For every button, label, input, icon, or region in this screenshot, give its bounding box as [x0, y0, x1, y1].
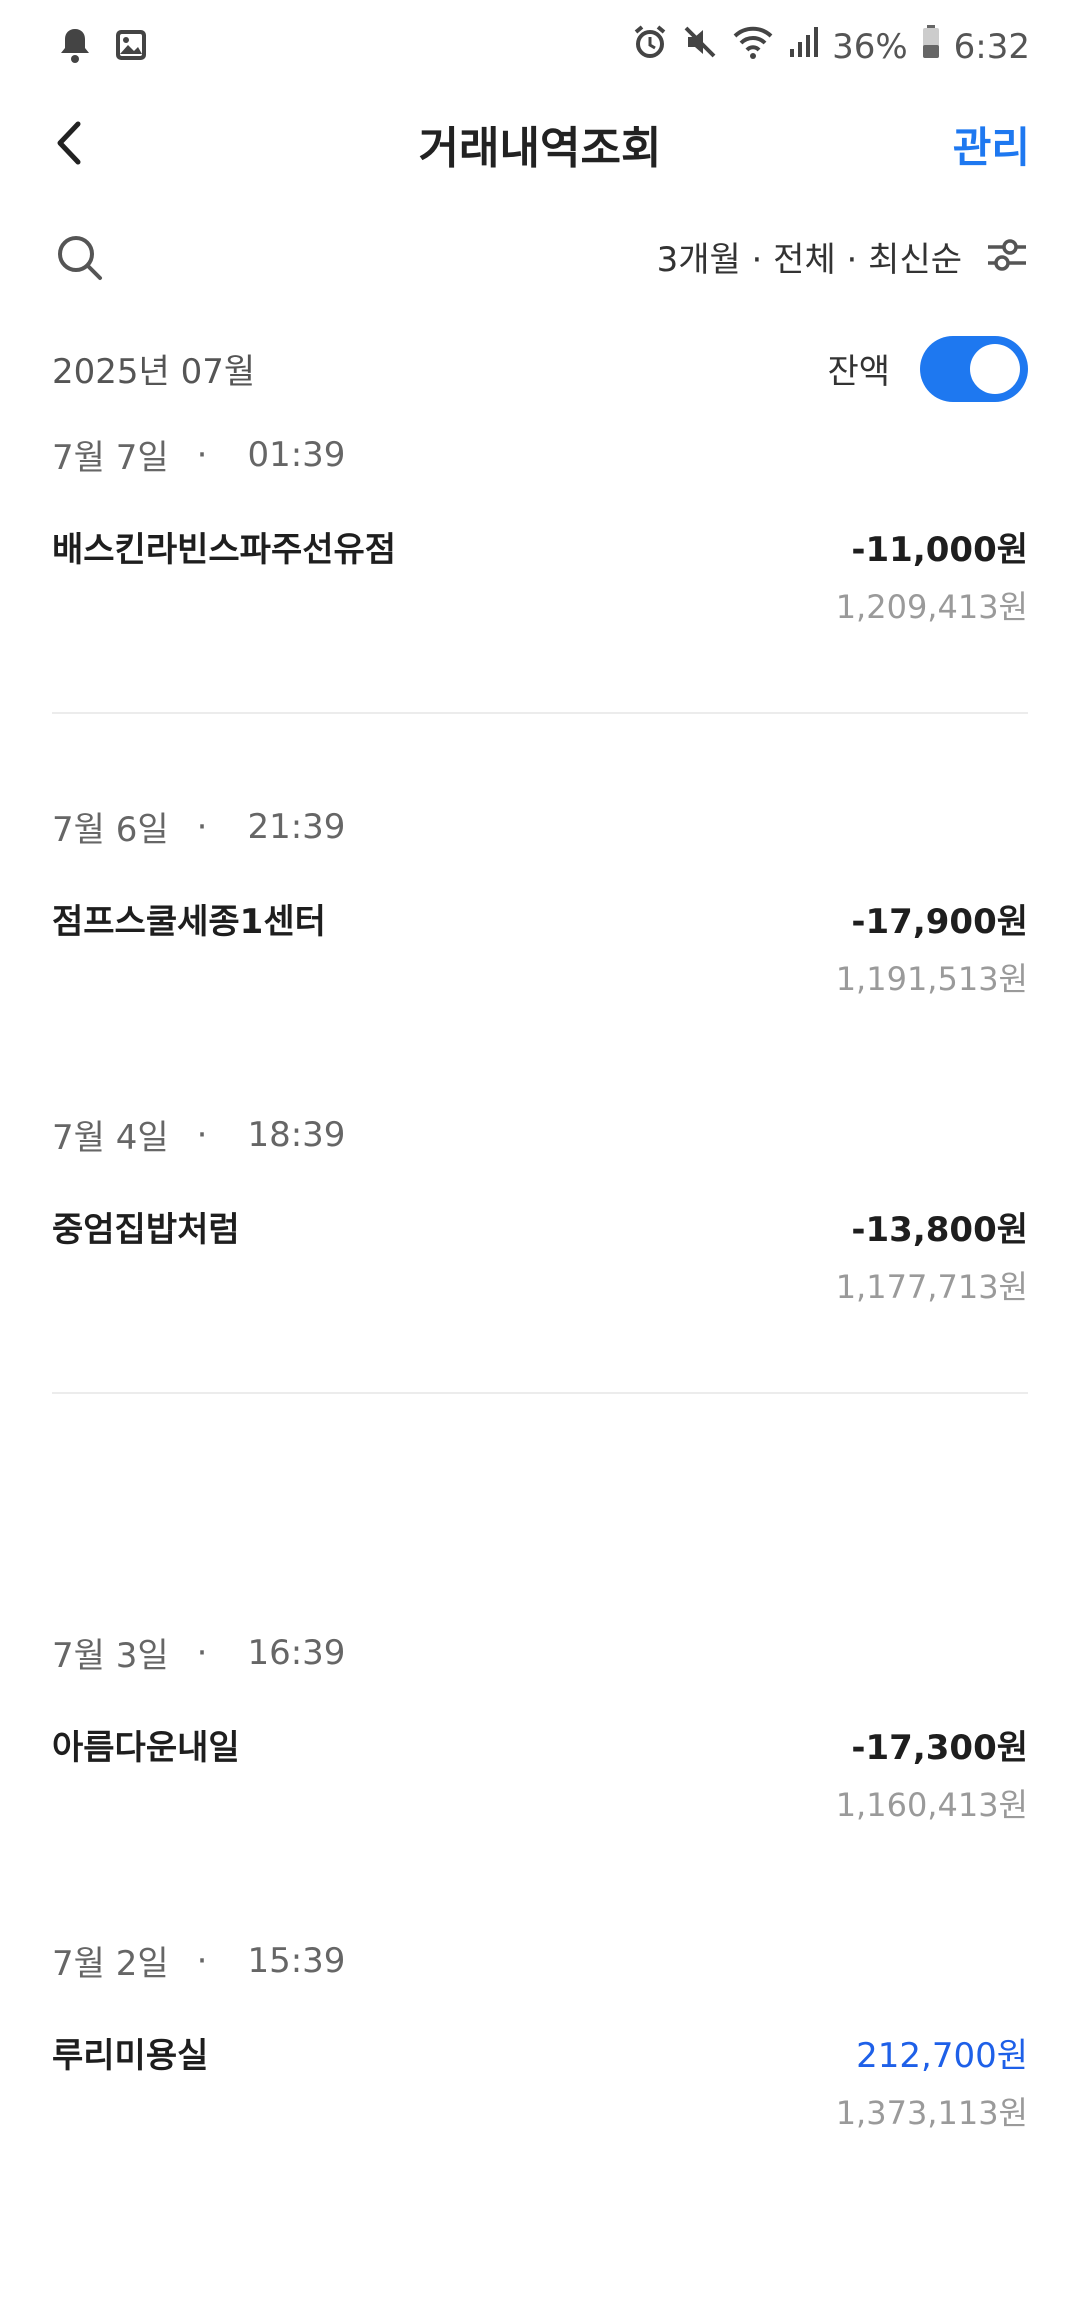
separator-dot: · — [196, 434, 208, 475]
running-balance: 1,160,413원 — [835, 1786, 1028, 1824]
signal-icon — [788, 25, 819, 68]
transaction-datetime: 7월 4일 · 18:39 — [52, 1110, 345, 1159]
running-balance: 1,209,413원 — [835, 588, 1028, 626]
page-title: 거래내역조회 — [418, 123, 662, 174]
merchant-name: 배스킨라빈스파주선유점 — [52, 530, 397, 570]
status-right: 36% 6:32 — [632, 24, 1030, 69]
merchant-name: 루리미용실 — [52, 2036, 209, 2076]
divider — [52, 1392, 1028, 1394]
balance-toggle-label: 잔액 — [827, 352, 890, 392]
separator-dot: · — [196, 806, 208, 847]
separator-dot: · — [196, 1632, 208, 1673]
transaction-amount: 212,700원 — [856, 2036, 1028, 2076]
transaction-datetime: 7월 2일 · 15:39 — [52, 1936, 345, 1985]
transaction-item[interactable]: 7월 4일 · 18:39 중엄집밥처럼 -13,800원 1,177,713원 — [52, 1110, 1028, 1310]
transaction-datetime: 7월 3일 · 16:39 — [52, 1628, 345, 1677]
transaction-time: 15:39 — [247, 1940, 346, 1981]
transaction-amount: -11,000원 — [851, 530, 1028, 570]
transaction-date: 7월 3일 — [52, 1636, 169, 1676]
merchant-name: 중엄집밥처럼 — [52, 1210, 240, 1250]
month-header: 2025년 07월 — [52, 352, 256, 392]
transaction-item[interactable]: 7월 6일 · 21:39 점프스쿨세종1센터 -17,900원 1,191,5… — [52, 802, 1028, 1002]
clock: 6:32 — [953, 26, 1030, 67]
transaction-date: 7월 4일 — [52, 1118, 169, 1158]
search-button[interactable] — [52, 230, 108, 286]
status-bar: 36% 6:32 — [0, 0, 1080, 90]
transaction-amount: -13,800원 — [851, 1210, 1028, 1250]
transaction-date: 7월 7일 — [52, 438, 169, 478]
transaction-item[interactable]: 7월 7일 · 01:39 배스킨라빈스파주선유점 -11,000원 1,209… — [52, 430, 1028, 630]
battery-icon — [922, 25, 940, 68]
transaction-item[interactable]: 7월 2일 · 15:39 루리미용실 212,700원 1,373,113원 — [52, 1936, 1028, 2136]
transaction-amount: -17,900원 — [851, 902, 1028, 942]
separator-dot: · — [196, 1940, 208, 1981]
manage-button[interactable]: 관리 — [953, 114, 1030, 175]
status-left — [58, 26, 148, 68]
transaction-datetime: 7월 7일 · 01:39 — [52, 430, 345, 479]
merchant-name: 점프스쿨세종1센터 — [52, 902, 326, 942]
wifi-icon — [732, 24, 774, 69]
running-balance: 1,177,713원 — [835, 1268, 1028, 1306]
transaction-time: 01:39 — [247, 434, 346, 475]
bell-icon — [58, 26, 92, 68]
alarm-icon — [632, 24, 668, 69]
transaction-amount: -17,300원 — [851, 1728, 1028, 1768]
image-icon — [114, 28, 148, 66]
transaction-date: 7월 6일 — [52, 810, 169, 850]
transaction-time: 18:39 — [247, 1114, 346, 1155]
battery-percent: 36% — [832, 26, 908, 67]
sliders-icon — [984, 235, 1030, 279]
filter-label: 3개월 · 전체 · 최신순 — [656, 240, 962, 280]
separator-dot: · — [196, 1114, 208, 1155]
transaction-datetime: 7월 6일 · 21:39 — [52, 802, 345, 851]
filter-button[interactable]: 3개월 · 전체 · 최신순 — [657, 232, 1030, 281]
divider — [52, 712, 1028, 714]
transaction-time: 16:39 — [247, 1632, 346, 1673]
toggle-knob — [970, 344, 1020, 394]
merchant-name: 아름다운내일 — [52, 1728, 240, 1768]
transaction-date: 7월 2일 — [52, 1944, 169, 1984]
balance-toggle[interactable] — [920, 336, 1028, 402]
transaction-item[interactable]: 7월 3일 · 16:39 아름다운내일 -17,300원 1,160,413원 — [52, 1628, 1028, 1828]
mute-icon — [682, 24, 718, 69]
running-balance: 1,191,513원 — [835, 960, 1028, 998]
running-balance: 1,373,113원 — [835, 2094, 1028, 2132]
transaction-time: 21:39 — [247, 806, 346, 847]
search-icon — [52, 236, 108, 290]
